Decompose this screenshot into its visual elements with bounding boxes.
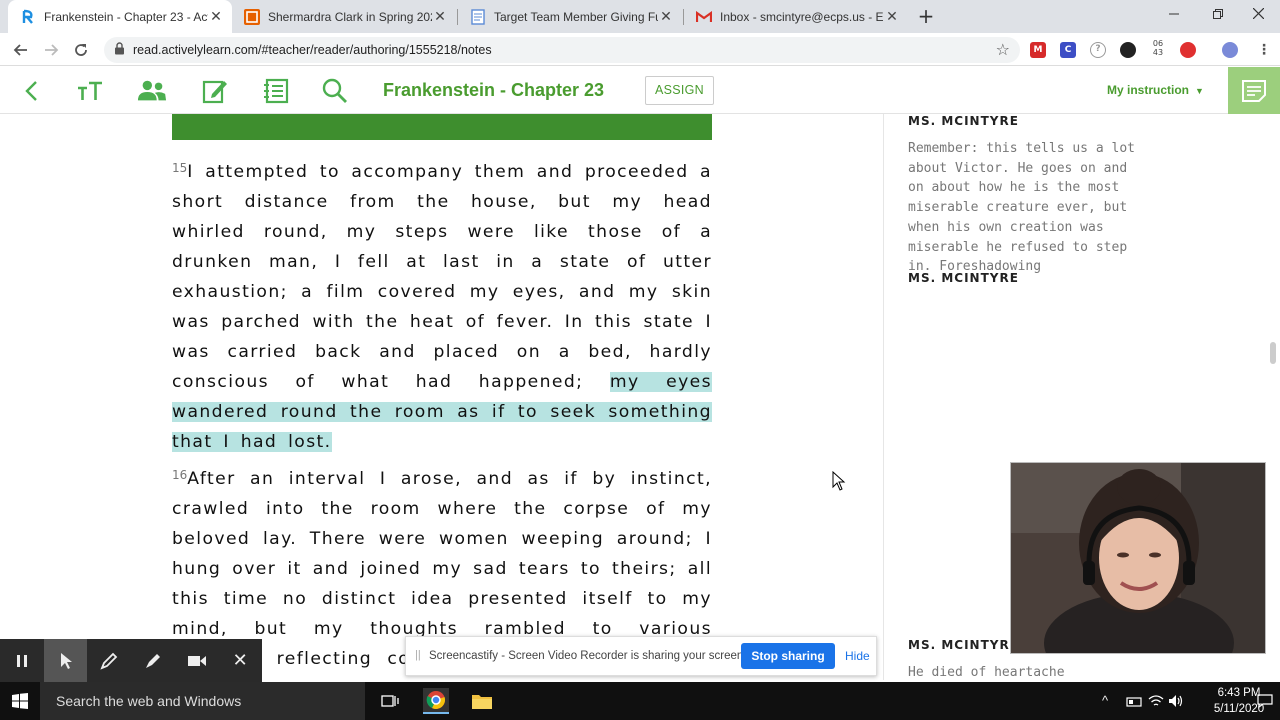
tab-title: Shermardra Clark in Spring 2020 xyxy=(268,9,432,24)
screencastify-toolbar: ✕ xyxy=(0,639,262,682)
close-tab-icon[interactable]: ✕ xyxy=(432,8,448,25)
forward-arrow-icon[interactable] xyxy=(38,37,64,63)
drag-handle-icon[interactable]: || xyxy=(415,649,421,661)
pointer-tool-icon[interactable] xyxy=(43,639,88,682)
close-tab-icon[interactable]: ✕ xyxy=(208,8,224,25)
tab-title: Target Team Member Giving Fun xyxy=(494,9,658,24)
paragraph-text: I attempted to accompany them and procee… xyxy=(172,162,712,392)
webcam-video-image xyxy=(1011,463,1265,653)
file-explorer-icon[interactable] xyxy=(469,688,495,714)
pause-icon[interactable] xyxy=(0,639,44,682)
my-instruction-dropdown[interactable]: My instruction ▼ xyxy=(1107,67,1204,115)
assign-button[interactable]: ASSIGN xyxy=(645,76,714,105)
volume-icon[interactable] xyxy=(1163,688,1189,714)
close-toolbar-icon[interactable]: ✕ xyxy=(218,639,262,682)
canvas-icon xyxy=(244,8,260,25)
paragraph-15[interactable]: 15I attempted to accompany them and proc… xyxy=(172,157,712,457)
mouse-pointer-icon xyxy=(832,471,846,491)
webcam-preview[interactable] xyxy=(1010,462,1266,654)
camera-toggle-icon[interactable] xyxy=(175,639,219,682)
note-body[interactable]: Remember: this tells us a lot about Vict… xyxy=(908,139,1138,277)
taskbar-search-placeholder: Search the web and Windows xyxy=(56,693,242,709)
tab-title: Frankenstein - Chapter 23 - Acti xyxy=(44,9,208,24)
browser-tab-gmail[interactable]: Inbox - smcintyre@ecps.us - Edg ✕ xyxy=(684,0,908,33)
back-chevron-icon[interactable] xyxy=(16,76,46,106)
paragraph-number: 16 xyxy=(172,468,188,482)
notes-panel-toggle[interactable] xyxy=(1228,67,1280,114)
browser-tab-canvas[interactable]: Shermardra Clark in Spring 2020 ✕ xyxy=(232,0,456,33)
tab-title: Inbox - smcintyre@ecps.us - Edg xyxy=(720,9,884,24)
app-header: Frankenstein - Chapter 23 ASSIGN My inst… xyxy=(0,67,1280,114)
pen-tool-icon[interactable] xyxy=(87,639,131,682)
browser-tab-target[interactable]: Target Team Member Giving Fun ✕ xyxy=(458,0,682,33)
note-author: MS. MCINTYRE xyxy=(908,271,1019,285)
windows-start-icon[interactable] xyxy=(12,693,28,709)
action-center-icon[interactable] xyxy=(1252,688,1278,714)
help-circle-icon[interactable]: ? xyxy=(1090,42,1106,58)
task-view-icon[interactable] xyxy=(377,688,403,714)
sharing-message: Screencastify - Screen Video Recorder is… xyxy=(429,650,747,662)
text-size-icon[interactable] xyxy=(75,76,105,106)
address-bar[interactable]: read.activelylearn.com/#teacher/reader/a… xyxy=(104,37,1020,63)
edit-pencil-icon[interactable] xyxy=(200,76,230,106)
paragraph-number: 15 xyxy=(172,161,188,175)
bookmark-star-icon[interactable]: ☆ xyxy=(996,37,1010,63)
lock-icon xyxy=(115,42,124,55)
stop-sharing-button[interactable]: Stop sharing xyxy=(741,643,835,669)
search-icon[interactable] xyxy=(320,76,350,106)
chrome-taskbar-icon[interactable] xyxy=(423,688,449,714)
reload-icon[interactable] xyxy=(68,37,94,63)
tray-expand-icon[interactable]: ^ xyxy=(1102,682,1108,720)
extension-m-icon[interactable]: M xyxy=(1030,42,1046,58)
browser-tab-strip: Frankenstein - Chapter 23 - Acti ✕ Sherm… xyxy=(0,0,1280,33)
restore-window-icon[interactable] xyxy=(1196,0,1240,30)
screen-sharing-notice: || Screencastify - Screen Video Recorder… xyxy=(405,636,877,676)
close-tab-icon[interactable]: ✕ xyxy=(658,8,674,25)
notes-scrollbar-thumb[interactable] xyxy=(1270,342,1276,364)
back-arrow-icon[interactable] xyxy=(8,37,34,63)
browser-toolbar: read.activelylearn.com/#teacher/reader/a… xyxy=(0,33,1280,66)
note-body[interactable]: He died of heartache xyxy=(908,663,1138,680)
document-icon xyxy=(470,8,486,25)
new-tab-button[interactable]: + xyxy=(914,4,938,28)
page-title: Frankenstein - Chapter 23 xyxy=(383,80,605,100)
highlighter-tool-icon[interactable] xyxy=(131,639,175,682)
hide-link[interactable]: Hide xyxy=(845,637,870,675)
notebook-list-icon[interactable] xyxy=(261,76,291,106)
minimize-window-icon[interactable] xyxy=(1152,0,1196,30)
extension-c-icon[interactable]: C xyxy=(1060,42,1076,58)
profile-avatar[interactable] xyxy=(1222,42,1238,58)
actively-learn-icon xyxy=(20,9,36,25)
reader-pane: 15I attempted to accompany them and proc… xyxy=(0,114,883,680)
notes-scrollbar[interactable] xyxy=(1264,114,1280,680)
url-text: read.activelylearn.com/#teacher/reader/a… xyxy=(133,43,492,57)
my-instruction-label: My instruction xyxy=(1107,83,1190,97)
section-banner xyxy=(172,114,712,140)
browser-menu-icon[interactable]: ⋮ xyxy=(1256,42,1272,58)
note-author: MS. MCINTYRE xyxy=(908,638,1019,652)
students-group-icon[interactable] xyxy=(137,76,167,106)
close-tab-icon[interactable]: ✕ xyxy=(884,8,900,25)
extension-badge-icon[interactable]: 06 43 xyxy=(1148,39,1168,59)
notes-icon xyxy=(1242,79,1266,102)
chevron-down-icon: ▼ xyxy=(1195,86,1204,96)
windows-taskbar: Search the web and Windows ^ 6:43 PM 5/1… xyxy=(0,682,1280,720)
browser-tab-frankenstein[interactable]: Frankenstein - Chapter 23 - Acti ✕ xyxy=(8,0,232,33)
note-author: MS. MCINTYRE xyxy=(908,114,1019,128)
screencastify-extension-icon[interactable] xyxy=(1180,42,1196,58)
close-window-icon[interactable] xyxy=(1236,0,1280,30)
taskbar-search-box[interactable]: Search the web and Windows xyxy=(40,682,365,720)
gmail-icon xyxy=(696,9,712,25)
extension-chat-icon[interactable] xyxy=(1120,42,1136,58)
